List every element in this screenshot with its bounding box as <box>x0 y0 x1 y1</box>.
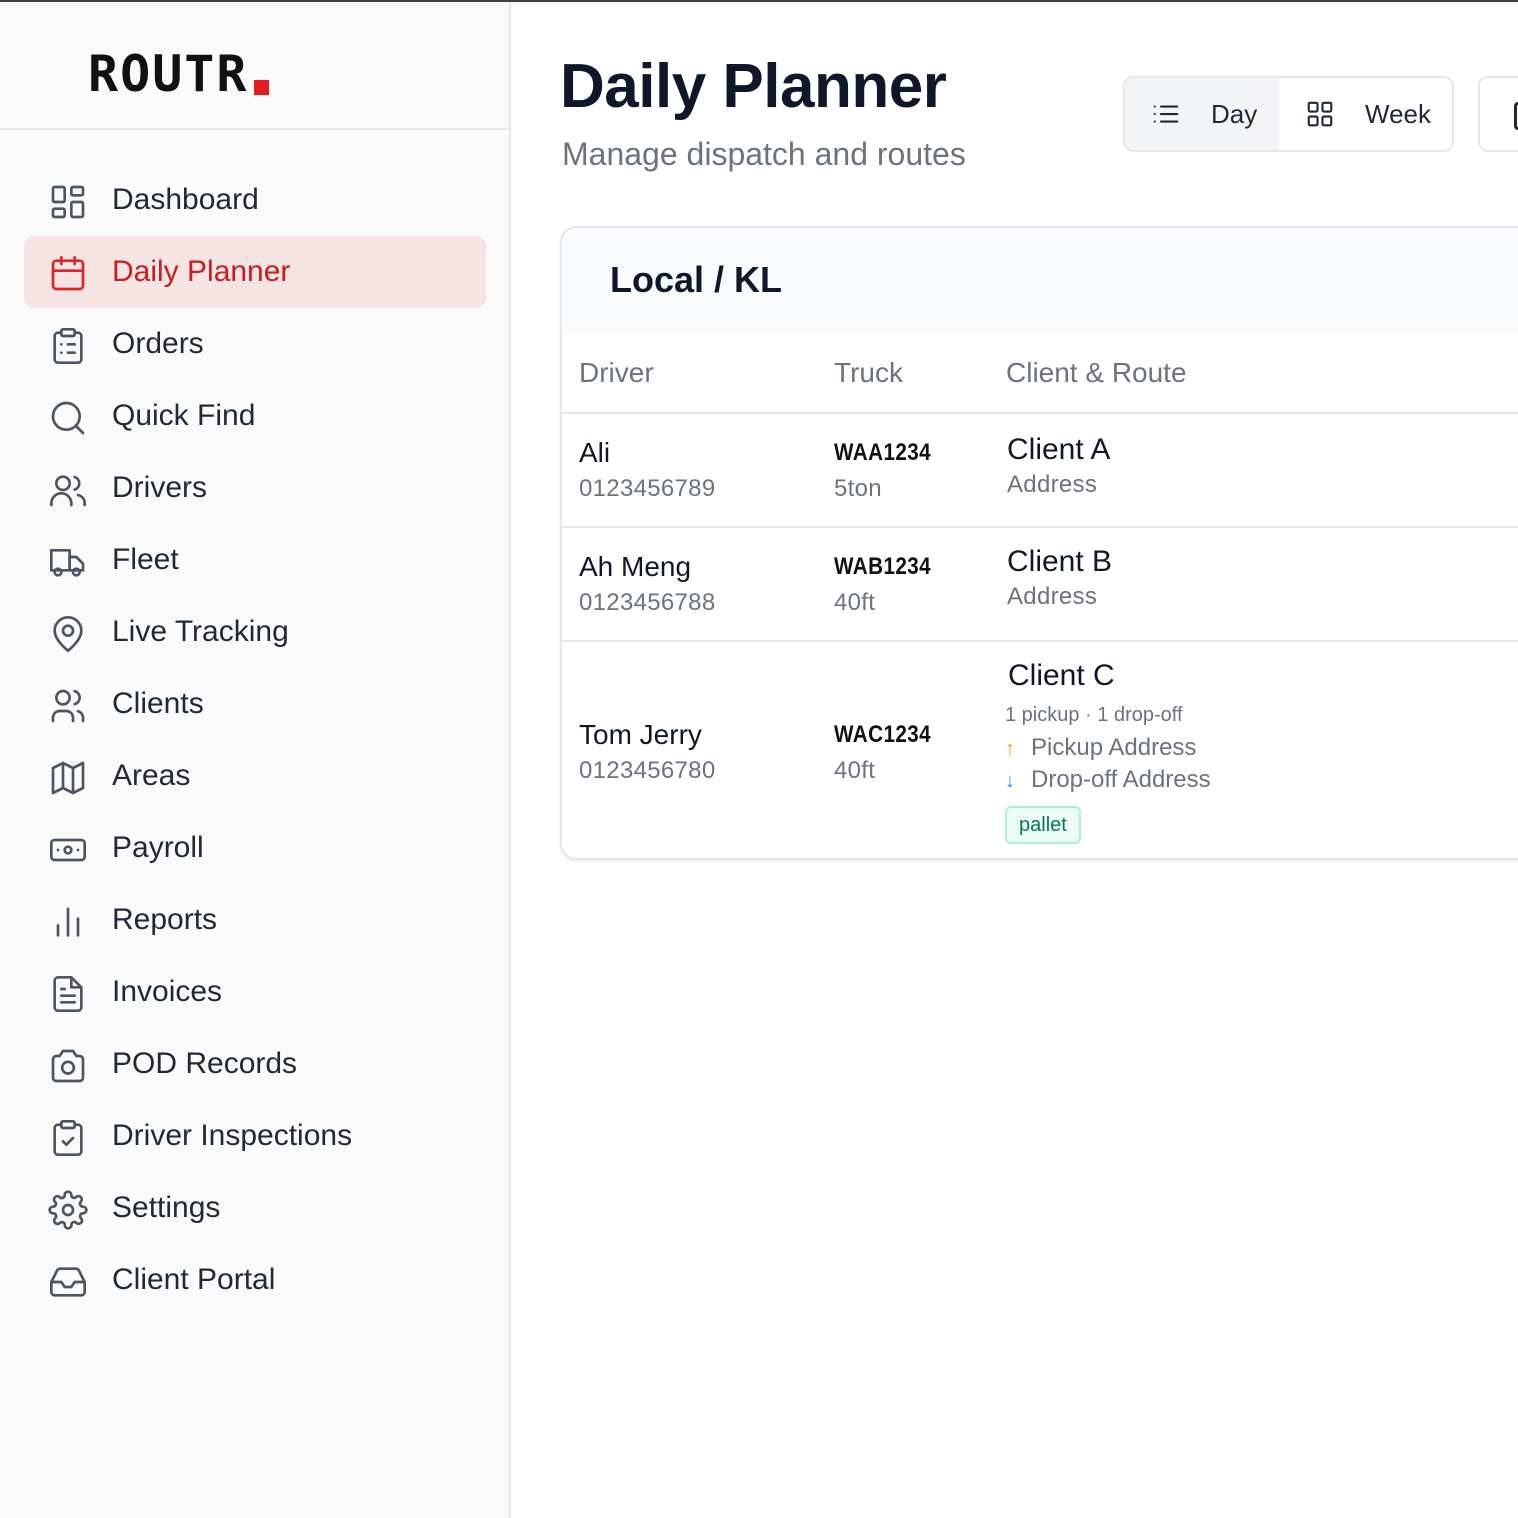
truck-icon <box>50 549 85 577</box>
driver-phone: 0123456780 <box>579 757 716 784</box>
sidebar-item-fleet[interactable]: Fleet <box>24 524 486 596</box>
pickup-address: Pickup Address <box>1031 734 1197 761</box>
dashboard-grid-icon <box>51 185 85 219</box>
client-name[interactable]: Client A <box>1007 432 1110 468</box>
sidebar-item-invoices[interactable]: Invoices <box>24 956 486 1028</box>
driver-phone: 0123456788 <box>579 589 716 616</box>
sidebar-item-label: Drivers <box>112 471 207 504</box>
user-group-icon <box>51 689 85 723</box>
calendar-icon <box>1514 102 1518 130</box>
sidebar-item-settings[interactable]: Settings <box>24 1172 486 1244</box>
sidebar-item-quick-find[interactable]: Quick Find <box>24 380 486 452</box>
truck-plate: WAC1234 <box>834 721 932 748</box>
grid-icon <box>1307 101 1333 127</box>
sidebar-item-drivers[interactable]: Drivers <box>24 452 486 524</box>
brand-logo-dot <box>254 80 269 95</box>
truck-plate: WAB1234 <box>834 553 932 580</box>
table-row[interactable]: Ah Meng 0123456788 WAB1234 40ft Client B… <box>562 528 1518 642</box>
sidebar-item-label: Settings <box>112 1191 221 1224</box>
list-icon <box>1153 105 1179 123</box>
client-name[interactable]: Client B <box>1007 544 1112 580</box>
sidebar-item-label: Payroll <box>112 831 204 864</box>
sidebar-item-driver-inspections[interactable]: Driver Inspections <box>24 1100 486 1172</box>
day-view-label: Day <box>1211 99 1258 129</box>
sidebar-item-label: Quick Find <box>112 399 256 432</box>
driver-name: Tom Jerry <box>579 719 702 750</box>
page-title: Daily Planner <box>560 52 947 121</box>
table-row[interactable]: Tom Jerry 0123456780 WAC1234 40ft Client… <box>562 642 1518 858</box>
region-title: Local / KL <box>610 259 783 300</box>
driver-name: Ali <box>579 437 611 468</box>
sidebar: ROUTR Dashboard Daily Planner Orders Qui… <box>0 2 511 1518</box>
arrow-down-icon: ↓ <box>1005 770 1015 792</box>
sidebar-item-label: Client Portal <box>112 1263 276 1296</box>
card-header: Local / KL <box>562 228 1518 332</box>
sidebar-item-payroll[interactable]: Payroll <box>24 812 486 884</box>
file-text-icon <box>53 976 83 1012</box>
search-icon <box>51 401 85 435</box>
sidebar-item-reports[interactable]: Reports <box>24 884 486 956</box>
banknote-icon <box>50 838 86 862</box>
sidebar-item-label: Dashboard <box>112 183 259 216</box>
week-view-label: Week <box>1365 99 1431 129</box>
sidebar-item-dashboard[interactable]: Dashboard <box>24 164 486 236</box>
brand-logo[interactable]: ROUTR <box>88 46 249 102</box>
column-header-driver: Driver <box>579 357 654 388</box>
bar-chart-icon <box>56 907 80 937</box>
sidebar-item-label: Driver Inspections <box>112 1119 353 1152</box>
gear-icon <box>48 1190 88 1230</box>
week-view-button[interactable]: Week <box>1279 78 1452 150</box>
truck-type: 5ton <box>834 475 882 502</box>
sidebar-item-clients[interactable]: Clients <box>24 668 486 740</box>
stops-summary: 1 pickup · 1 drop-off <box>1005 704 1183 726</box>
truck-type: 40ft <box>834 589 876 616</box>
table-row[interactable]: Ali 0123456789 WAA1234 5ton Client A Add… <box>562 414 1518 528</box>
sidebar-item-label: Fleet <box>112 543 179 576</box>
clipboard-check-icon <box>53 1120 83 1156</box>
driver-phone: 0123456789 <box>579 475 716 502</box>
client-address: Address <box>1007 583 1098 610</box>
sidebar-item-client-portal[interactable]: Client Portal <box>24 1244 486 1316</box>
dropoff-address-line: ↓ Drop-off Address <box>1005 765 1211 796</box>
sidebar-item-live-tracking[interactable]: Live Tracking <box>24 596 486 668</box>
day-view-button[interactable]: Day <box>1125 78 1279 150</box>
truck-plate: WAA1234 <box>834 439 932 466</box>
map-pin-icon <box>53 616 83 652</box>
sidebar-item-label: Clients <box>112 687 204 720</box>
sidebar-item-label: POD Records <box>112 1047 298 1080</box>
view-toggle: Day Week <box>1123 76 1454 152</box>
sidebar-item-label: Areas <box>112 759 191 792</box>
client-name[interactable]: Client C <box>1008 658 1115 694</box>
brand-header: ROUTR <box>0 2 509 130</box>
camera-icon <box>51 1049 85 1083</box>
page-subtitle: Manage dispatch and routes <box>562 136 966 172</box>
sidebar-item-label: Live Tracking <box>112 615 289 648</box>
truck-type: 40ft <box>834 757 876 784</box>
column-header-client-route: Client & Route <box>1006 357 1187 388</box>
arrow-up-icon: ↑ <box>1005 738 1015 760</box>
sidebar-item-label: Orders <box>112 327 204 360</box>
sidebar-item-orders[interactable]: Orders <box>24 308 486 380</box>
users-icon <box>50 475 86 507</box>
pickup-address-line: ↑ Pickup Address <box>1005 733 1196 764</box>
sidebar-item-label: Reports <box>112 903 218 936</box>
inbox-icon <box>50 1267 86 1297</box>
sidebar-item-label: Daily Planner <box>112 255 291 288</box>
sidebar-item-daily-planner[interactable]: Daily Planner <box>24 236 486 308</box>
sidebar-item-label: Invoices <box>112 975 223 1008</box>
region-card: Local / KL Driver Truck Client & Route A… <box>560 226 1518 860</box>
column-header-truck: Truck <box>834 357 903 388</box>
client-address: Address <box>1007 471 1098 498</box>
dropoff-address: Drop-off Address <box>1031 766 1211 793</box>
clipboard-list-icon <box>53 328 83 364</box>
map-icon <box>51 761 85 795</box>
table-header: Driver Truck Client & Route <box>562 332 1518 414</box>
calendar-icon <box>51 255 85 291</box>
calendar-button[interactable] <box>1478 76 1518 152</box>
driver-name: Ah Meng <box>579 551 692 582</box>
sidebar-item-pod-records[interactable]: POD Records <box>24 1028 486 1100</box>
cargo-tag[interactable]: pallet <box>1005 806 1081 844</box>
sidebar-item-areas[interactable]: Areas <box>24 740 486 812</box>
